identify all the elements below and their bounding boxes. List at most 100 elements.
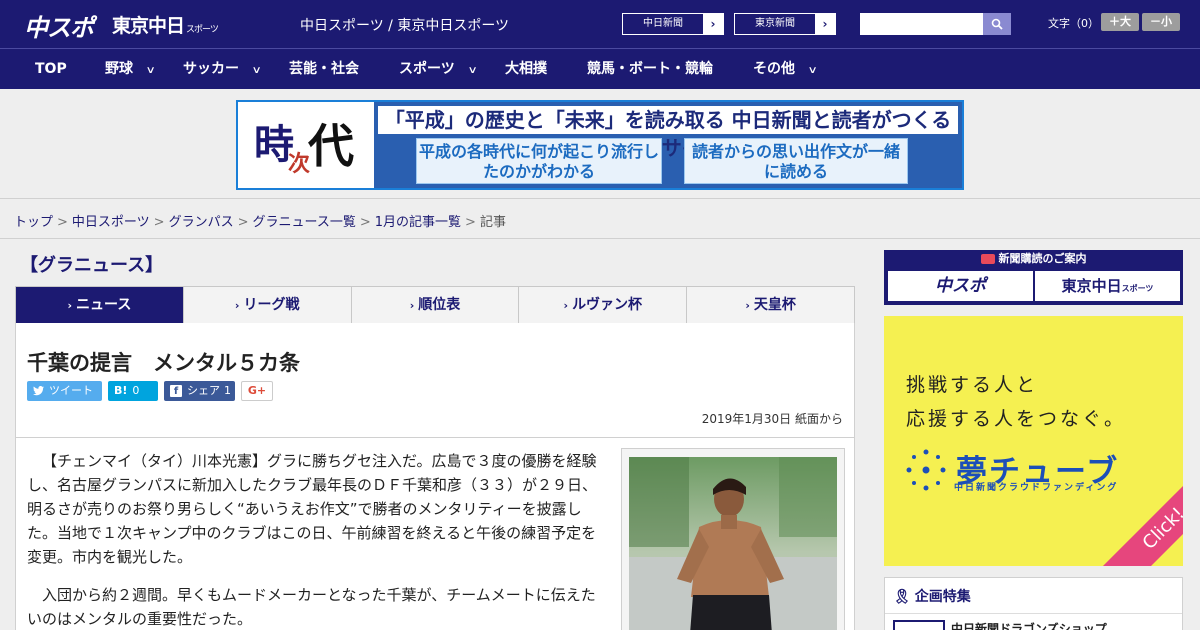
tab-news[interactable]: › ニュース — [16, 287, 184, 323]
yume-tube-ad[interactable]: 挑戦する人と 応援する人をつなぐ。 夢チューブ 中日新聞クラウドファンディング … — [884, 316, 1183, 566]
nav-other[interactable]: その他 ∨ — [753, 49, 818, 89]
main-nav: TOP 野球 ∨ サッカー ∨ 芸能・社会 スポーツ ∨ 大相撲 競馬・ボート・競輪 … — [0, 48, 1200, 89]
ribbon-icon: 🎗 — [893, 589, 911, 605]
font-size-small-button[interactable]: －小 — [1142, 13, 1180, 31]
nav-label: 芸能・社会 — [289, 61, 359, 77]
tab-label: 順位表 — [418, 297, 461, 313]
nav-baseball[interactable]: 野球 ∨ — [105, 49, 156, 89]
tokyo-shimbun-button[interactable]: 東京新聞 › — [734, 13, 836, 35]
breadcrumb-chunichi-sports[interactable]: 中日スポーツ — [72, 215, 150, 230]
site-links[interactable]: 中日スポーツ / 東京中日スポーツ — [300, 15, 509, 35]
font-size-large-button[interactable]: ＋大 — [1101, 13, 1139, 31]
search-button[interactable] — [983, 13, 1011, 35]
dragons-shop-link[interactable]: 中日新聞ドラゴンズショップ — [951, 620, 1107, 630]
chevron-right-icon: › — [815, 14, 835, 34]
banner-logo-panel: 時 次 代 — [238, 102, 374, 188]
chevron-right-icon: › — [67, 299, 73, 312]
tab-label: リーグ戦 — [243, 297, 300, 313]
jidai-banner-ad[interactable]: 時 次 代 「平成」の歴史と「未来」を読み取る 中日新聞と読者がつくるWebサイ… — [236, 100, 964, 190]
breadcrumb-separator: > — [465, 215, 476, 230]
tokyo-logo-small: スポーツ — [186, 25, 219, 35]
chunichi-shimbun-label: 中日新聞 — [643, 18, 683, 29]
tab-league[interactable]: › リーグ戦 — [184, 287, 352, 323]
subscribe-tokyo-chunichi-button[interactable]: 東京中日スポーツ — [1035, 271, 1180, 301]
tab-levain-cup[interactable]: › ルヴァン杯 — [519, 287, 688, 323]
hatena-icon: B! — [114, 384, 128, 397]
chunichi-shimbun-button[interactable]: 中日新聞 › — [622, 13, 724, 35]
special-features-title: 🎗 企画特集 — [893, 586, 971, 606]
banner-headline: 「平成」の歴史と「未来」を読み取る 中日新聞と読者がつくるWebサイト — [378, 106, 958, 160]
banner-box-1: 平成の各時代に何が起こり流行したのかがわかる — [416, 138, 662, 184]
subscription-box: 新聞購読のご案内 中スポ 東京中日スポーツ — [884, 250, 1183, 305]
facebook-share-count: 1 — [224, 384, 231, 397]
newspaper-icon — [980, 254, 995, 264]
nav-sports[interactable]: スポーツ ∨ — [399, 49, 478, 89]
article-photo-frame — [621, 448, 845, 630]
tweet-label: ツイート — [49, 384, 93, 397]
subscribe-chuspo-button[interactable]: 中スポ — [888, 271, 1033, 301]
nav-label: その他 — [753, 61, 795, 77]
nav-sumo[interactable]: 大相撲 — [505, 49, 547, 89]
banner-kanji-dai: 代 — [308, 119, 354, 173]
breadcrumb-gra-news-list[interactable]: グラニュース一覧 — [253, 215, 356, 230]
breadcrumb-current: 記事 — [479, 215, 506, 230]
tweet-button[interactable]: ツイート — [27, 381, 102, 401]
tab-label: ルヴァン杯 — [572, 297, 643, 313]
chuspo-logo[interactable]: 中スポ — [24, 8, 94, 43]
article-text: 【チェンマイ（タイ）川本光憲】グラに勝ちグセ注入だ。広島で３度の優勝を経験し、名… — [27, 449, 607, 630]
banner-box-2: 読者からの思い出作文が一緒に読める — [684, 138, 908, 184]
nav-top[interactable]: TOP — [35, 49, 67, 89]
breadcrumb-grampus[interactable]: グランパス — [169, 215, 234, 230]
facebook-share-button[interactable]: f シェア 1 — [164, 381, 235, 401]
nav-label: 大相撲 — [505, 61, 547, 77]
nav-keiba[interactable]: 競馬・ボート・競輪 — [587, 49, 713, 89]
facebook-share-label: シェア — [187, 384, 220, 397]
dragons-shop-thumbnail[interactable] — [893, 620, 945, 630]
breadcrumb-divider — [0, 238, 1200, 239]
article-photo[interactable] — [629, 457, 837, 630]
search-input[interactable] — [860, 13, 983, 35]
article-body: 【チェンマイ（タイ）川本光憲】グラに勝ちグセ注入だ。広島で３度の優勝を経験し、名… — [15, 437, 855, 630]
breadcrumb-separator: > — [237, 215, 249, 230]
special-features-box: 🎗 企画特集 中日新聞ドラゴンズショップ — [884, 577, 1183, 630]
breadcrumb-top[interactable]: トップ — [14, 215, 53, 230]
chevron-down-icon: ∨ — [145, 65, 156, 76]
breadcrumb-separator: > — [57, 215, 68, 230]
article-header: 千葉の提言 メンタル５カ条 ツイート B! 0 f シェア 1 G+ 2019年… — [15, 323, 855, 438]
facebook-icon: f — [170, 385, 182, 397]
section-title: 【グラニュース】 — [20, 255, 164, 276]
article-title: 千葉の提言 メンタル５カ条 — [27, 351, 300, 375]
hatena-bookmark-button[interactable]: B! 0 — [108, 381, 158, 401]
nav-label: サッカー — [183, 61, 239, 77]
banner-kanji-tsugi: 次 — [288, 151, 311, 177]
article-paragraph: 入団から約２週間。早くもムードメーカーとなった千葉が、チームメートに伝えたいのは… — [27, 586, 596, 628]
tab-label: 天皇杯 — [753, 297, 796, 313]
nav-entertainment[interactable]: 芸能・社会 — [289, 49, 359, 89]
yume-tube-subtitle: 中日新聞クラウドファンディング — [954, 483, 1119, 493]
subscription-heading: 新聞購読のご案内 — [884, 250, 1183, 268]
google-plus-icon: G+ — [247, 384, 267, 397]
chevron-right-icon: › — [409, 299, 415, 312]
twitter-icon — [33, 386, 44, 396]
subscribe-tokyo-small: スポーツ — [1121, 284, 1154, 293]
tokyo-chunichi-logo[interactable]: 東京中日 スポーツ — [112, 11, 219, 38]
nav-label: 競馬・ボート・競輪 — [587, 61, 713, 77]
nav-label: 野球 — [105, 61, 133, 77]
top-header: 中スポ 東京中日 スポーツ 中日スポーツ / 東京中日スポーツ 中日新聞 › 東京… — [0, 0, 1200, 48]
search-icon — [991, 18, 1003, 30]
special-features-divider — [885, 613, 1182, 614]
nav-label: TOP — [35, 61, 67, 77]
ad-line-1: 挑戦する人と — [906, 374, 1039, 396]
banner-area: 時 次 代 「平成」の歴史と「未来」を読み取る 中日新聞と読者がつくるWebサイ… — [0, 89, 1200, 199]
nav-soccer[interactable]: サッカー ∨ — [183, 49, 262, 89]
news-tabs: › ニュース › リーグ戦 › 順位表 › ルヴァン杯 › 天皇杯 — [15, 286, 855, 324]
nav-label: スポーツ — [399, 61, 455, 77]
article-paragraph: 【チェンマイ（タイ）川本光憲】グラに勝ちグセ注入だ。広島で３度の優勝を経験し、名… — [27, 452, 598, 566]
tab-standings[interactable]: › 順位表 — [352, 287, 520, 323]
tab-emperors-cup[interactable]: › 天皇杯 — [687, 287, 854, 323]
breadcrumb-january-list[interactable]: 1月の記事一覧 — [375, 215, 461, 230]
tab-label: ニュース — [76, 297, 132, 313]
tokyo-shimbun-label: 東京新聞 — [755, 18, 795, 29]
google-plus-button[interactable]: G+ — [241, 381, 273, 401]
subscribe-tokyo-text: 東京中日 — [1061, 277, 1122, 295]
